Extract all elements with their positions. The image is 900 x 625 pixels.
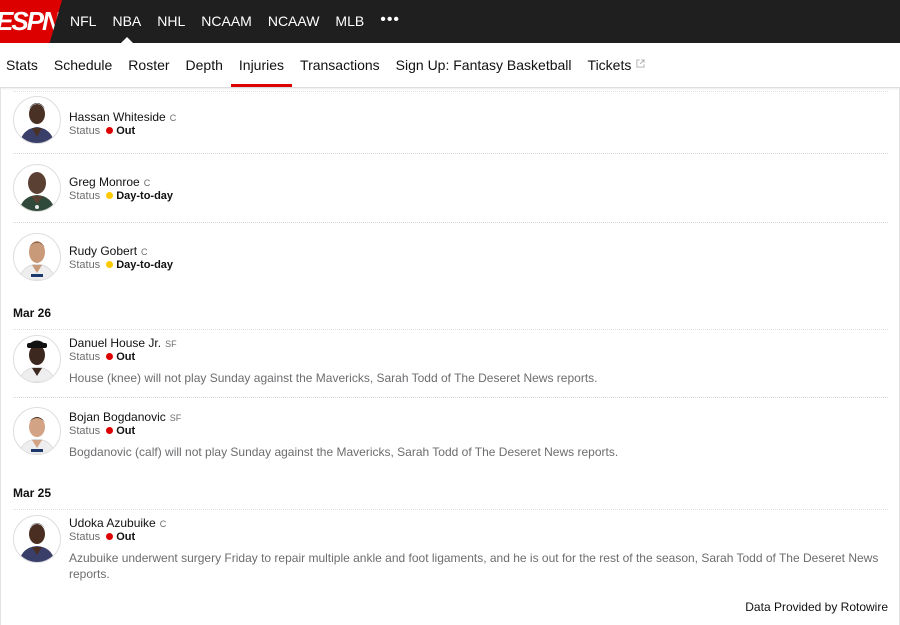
more-icon[interactable]: •••: [372, 0, 408, 43]
player-name[interactable]: Udoka Azubuike: [69, 516, 156, 530]
player-position: SF: [169, 413, 182, 423]
nav-nba[interactable]: NBA: [104, 0, 149, 43]
status-dot-icon: [106, 427, 114, 434]
player-headshot: [13, 407, 61, 455]
tab-stats[interactable]: Stats: [0, 43, 46, 87]
tab-injuries[interactable]: Injuries: [230, 43, 293, 87]
status-value: Out: [116, 425, 136, 437]
injuries-list: Hassan Whiteside C Status Out Greg Monroe C…: [0, 88, 900, 625]
tab-schedule[interactable]: Schedule: [46, 43, 120, 87]
player-position: SF: [165, 339, 177, 349]
player-name[interactable]: Hassan Whiteside: [69, 110, 166, 124]
injury-row[interactable]: Danuel House Jr. SF Status Out House (knee…: [13, 330, 888, 398]
nav-mlb[interactable]: MLB: [327, 0, 372, 43]
player-headshot: [13, 164, 61, 212]
player-position: C: [169, 113, 177, 123]
tab-tickets[interactable]: Tickets: [580, 43, 654, 87]
status-label: Status: [69, 351, 101, 363]
tab-depth[interactable]: Depth: [178, 43, 231, 87]
player-position: C: [141, 247, 148, 257]
nav-ncaam[interactable]: NCAAM: [193, 0, 260, 43]
player-name[interactable]: Rudy Gobert: [69, 244, 137, 258]
top-nav: ESPN NFL NBA NHL NCAAM NCAAW MLB •••: [0, 0, 900, 43]
nav-nhl[interactable]: NHL: [149, 0, 193, 43]
team-sub-nav: Stats Schedule Roster Depth Injuries Tra…: [0, 43, 900, 88]
player-headshot: [13, 515, 61, 563]
tab-transactions[interactable]: Transactions: [292, 43, 388, 87]
player-name[interactable]: Bojan Bogdanovic: [69, 410, 166, 424]
status-value: Out: [116, 531, 136, 543]
status-dot-icon: [106, 127, 114, 134]
status-value: Day-to-day: [116, 259, 174, 271]
data-provider-credit: Data Provided by Rotowire: [745, 600, 888, 614]
logo-text: ESPN: [0, 6, 61, 36]
external-link-icon: [636, 59, 645, 68]
injury-row[interactable]: Greg Monroe C Status Day-to-day: [13, 154, 888, 223]
espn-logo[interactable]: ESPN: [0, 0, 62, 43]
card-border-left: [0, 88, 1, 625]
status-label: Status: [69, 125, 101, 137]
date-header: Mar 25: [13, 486, 52, 500]
sport-nav: NFL NBA NHL NCAAM NCAAW MLB •••: [62, 0, 408, 43]
injury-row[interactable]: Bojan Bogdanovic SF Status Out Bogdanovic …: [13, 398, 888, 472]
status-value: Day-to-day: [116, 190, 174, 202]
injury-description: Bogdanovic (calf) will not play Sunday a…: [69, 445, 619, 459]
injury-row[interactable]: Rudy Gobert C Status Day-to-day: [13, 223, 888, 291]
injury-description: House (knee) will not play Sunday agains…: [69, 371, 598, 385]
player-headshot: [13, 335, 61, 383]
status-dot-icon: [106, 353, 114, 360]
player-position: C: [159, 519, 167, 529]
player-headshot: [13, 233, 61, 281]
status-label: Status: [69, 259, 101, 271]
player-position: C: [143, 178, 151, 188]
injury-row[interactable]: Hassan Whiteside C Status Out: [13, 92, 888, 154]
tab-tickets-label: Tickets: [587, 57, 632, 73]
status-label: Status: [69, 425, 101, 437]
nav-nfl[interactable]: NFL: [62, 0, 104, 43]
status-label: Status: [69, 190, 101, 202]
status-value: Out: [116, 125, 136, 137]
nav-ncaaw[interactable]: NCAAW: [260, 0, 328, 43]
player-name[interactable]: Greg Monroe: [69, 175, 140, 189]
tab-fantasy-signup[interactable]: Sign Up: Fantasy Basketball: [388, 43, 580, 87]
status-dot-icon: [106, 533, 114, 540]
status-dot-icon: [106, 192, 114, 199]
date-header: Mar 26: [13, 306, 52, 320]
injury-description: Azubuike underwent surgery Friday to rep…: [69, 551, 879, 581]
player-headshot: [13, 96, 61, 144]
status-value: Out: [116, 351, 136, 363]
player-name[interactable]: Danuel House Jr.: [69, 336, 161, 350]
status-label: Status: [69, 531, 101, 543]
injury-row[interactable]: Udoka Azubuike C Status Out Azubuike under…: [13, 510, 888, 596]
tab-roster[interactable]: Roster: [120, 43, 177, 87]
status-dot-icon: [106, 261, 114, 268]
